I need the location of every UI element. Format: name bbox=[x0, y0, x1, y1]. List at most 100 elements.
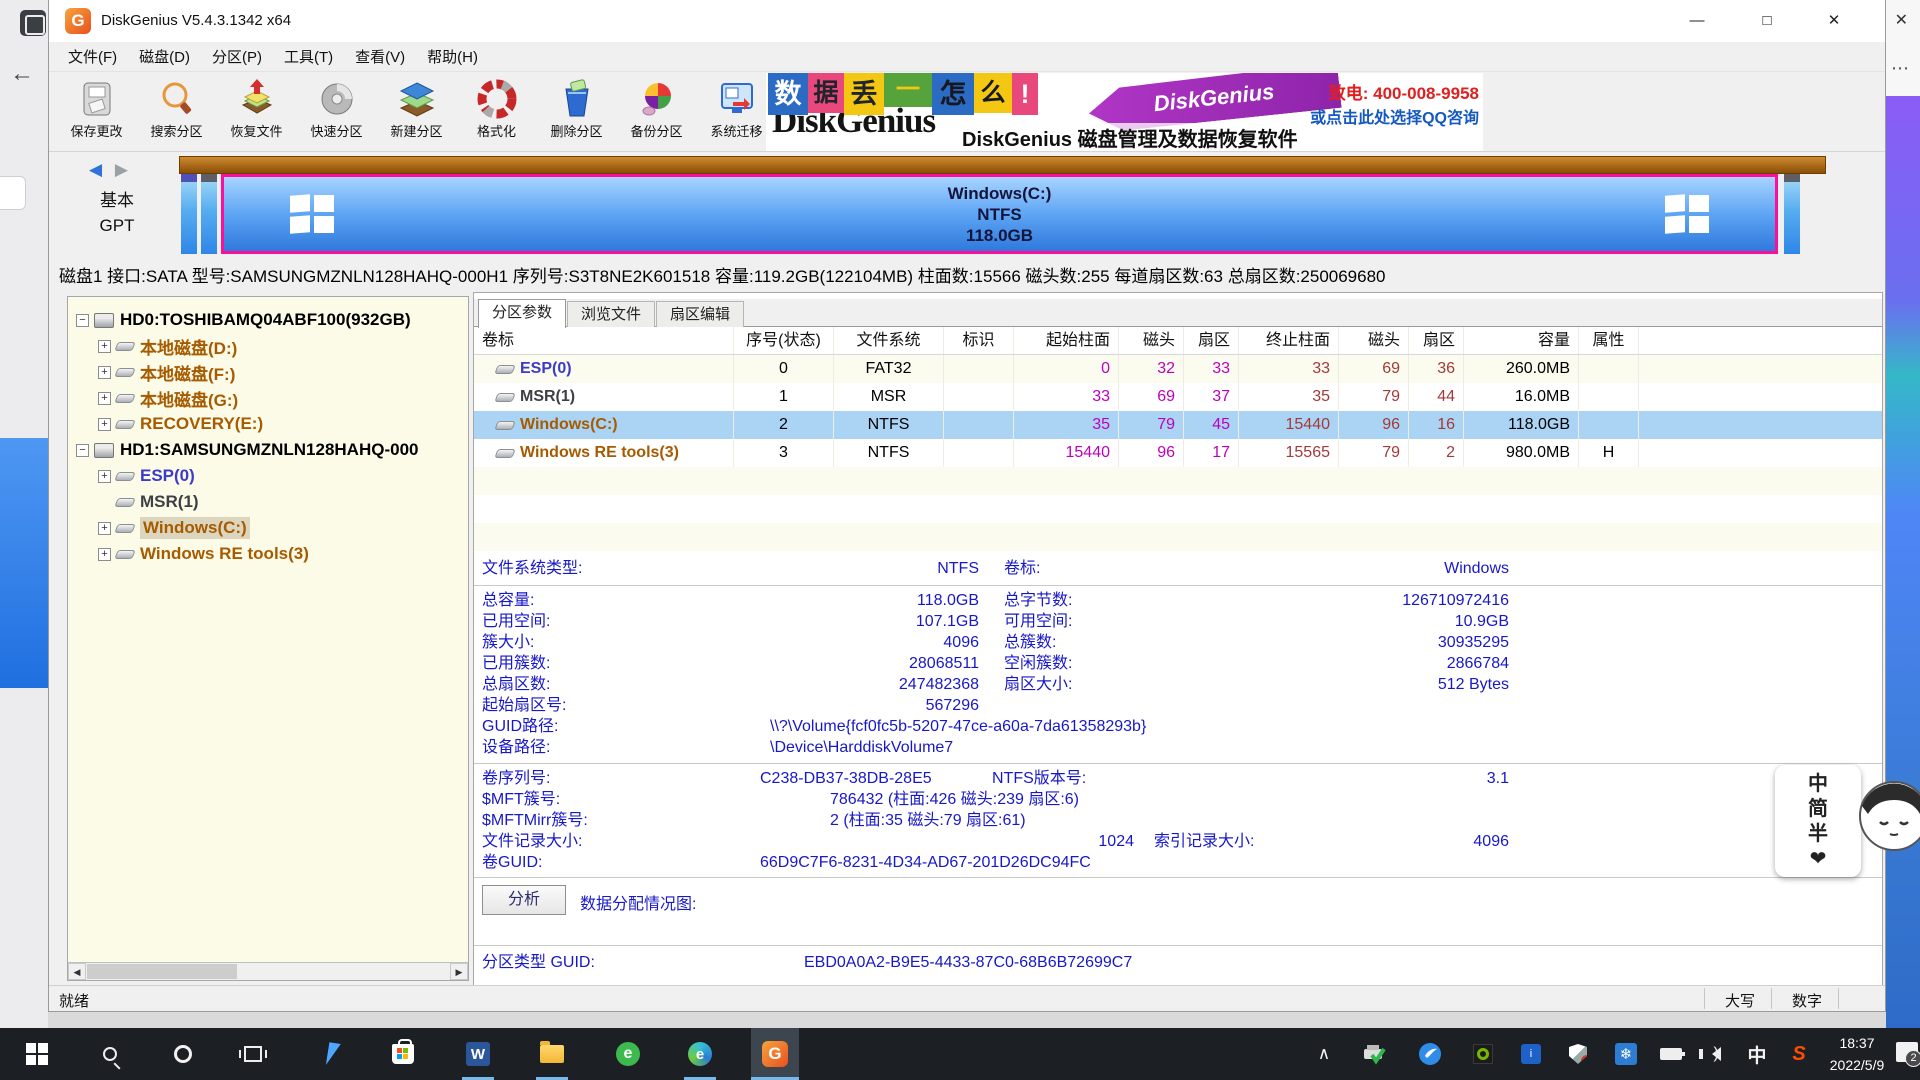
promo-banner[interactable]: DiskGenius 数 据 丢 一 怎 么 ! DiskGenius 致电: … bbox=[766, 73, 1483, 151]
tray-volume[interactable] bbox=[1698, 1028, 1734, 1080]
tab-browse-files[interactable]: 浏览文件 bbox=[567, 301, 655, 327]
table-row-windows-re[interactable]: Windows RE tools(3) 3 NTFS 15440 96 17 1… bbox=[474, 439, 1882, 467]
taskbar-app-diskgenius-active[interactable]: G bbox=[751, 1028, 799, 1080]
expand-icon[interactable]: + bbox=[98, 522, 111, 535]
scroll-thumb[interactable] bbox=[87, 964, 237, 979]
start-button[interactable] bbox=[13, 1028, 61, 1080]
taskbar-app-word[interactable]: W bbox=[454, 1028, 502, 1080]
taskbar-app-browser360[interactable]: e bbox=[604, 1028, 652, 1080]
tree-horizontal-scrollbar[interactable]: ◀ ▶ bbox=[68, 962, 468, 980]
tree-item-local-g[interactable]: + 本地磁盘(G:) bbox=[68, 385, 469, 411]
tray-security-shield[interactable]: x bbox=[1560, 1028, 1596, 1080]
tray-thunder[interactable] bbox=[1412, 1028, 1448, 1080]
free-clusters-label: 空闲簇数: bbox=[1004, 654, 1072, 674]
toolbar-label: 新建分区 bbox=[390, 124, 442, 139]
close-button[interactable]: ✕ bbox=[1801, 0, 1867, 42]
tree-item-esp[interactable]: + ESP(0) bbox=[68, 463, 469, 489]
tree-item-local-f[interactable]: + 本地磁盘(F:) bbox=[68, 359, 469, 385]
quick-partition-button[interactable]: 快速分区 bbox=[297, 75, 376, 149]
blue-bird-icon bbox=[1418, 1042, 1442, 1066]
table-row-msr[interactable]: MSR(1) 1 MSR 33 69 37 35 79 44 16.0MB bbox=[474, 383, 1882, 411]
tree-item-windows-c[interactable]: + Windows(C:) bbox=[68, 515, 469, 541]
notification-center-button[interactable]: 2 bbox=[1896, 1042, 1918, 1062]
ime-heart-icon[interactable]: ❤ bbox=[1810, 848, 1827, 870]
expand-icon[interactable]: + bbox=[98, 366, 111, 379]
collapse-icon[interactable]: − bbox=[76, 444, 89, 457]
back-arrow-icon[interactable]: ← bbox=[10, 60, 34, 88]
taskbar-app-explorer[interactable] bbox=[528, 1028, 576, 1080]
prev-disk-arrow-icon[interactable]: ◀ bbox=[89, 160, 102, 179]
menu-file[interactable]: 文件(F) bbox=[57, 46, 128, 67]
delete-partition-button[interactable]: 删除分区 bbox=[537, 75, 616, 149]
background-close-icon[interactable]: ✕ bbox=[1895, 10, 1908, 30]
minimize-button[interactable]: — bbox=[1664, 0, 1730, 42]
ime-mode-simplified[interactable]: 简 bbox=[1808, 798, 1828, 820]
sector-size-value: 512 Bytes bbox=[1214, 675, 1509, 695]
tray-battery[interactable] bbox=[1652, 1028, 1690, 1080]
col-seq: 序号(状态) bbox=[734, 327, 834, 354]
background-more-icon[interactable]: ⋯ bbox=[1891, 58, 1910, 79]
partition-segment-msr[interactable] bbox=[201, 174, 217, 254]
divider bbox=[474, 585, 1882, 586]
recover-files-button[interactable]: 恢复文件 bbox=[217, 75, 296, 149]
scroll-right-icon[interactable]: ▶ bbox=[450, 963, 468, 980]
migrate-os-button[interactable]: 系统迁移 bbox=[697, 75, 776, 149]
menu-partition[interactable]: 分区(P) bbox=[201, 46, 273, 67]
scroll-left-icon[interactable]: ◀ bbox=[68, 963, 86, 980]
menu-help[interactable]: 帮助(H) bbox=[416, 46, 489, 67]
tray-nvidia[interactable] bbox=[1466, 1028, 1500, 1080]
next-disk-arrow-icon[interactable]: ▶ bbox=[115, 160, 128, 179]
tree-item-windows-re[interactable]: + Windows RE tools(3) bbox=[68, 541, 469, 567]
new-partition-button[interactable]: 新建分区 bbox=[377, 75, 456, 149]
tray-printer-status[interactable] bbox=[1356, 1028, 1392, 1080]
taskbar-app-thunder[interactable] bbox=[306, 1028, 354, 1080]
task-view-button[interactable] bbox=[229, 1028, 277, 1080]
expand-icon[interactable]: + bbox=[98, 470, 111, 483]
taskbar-search[interactable] bbox=[86, 1028, 134, 1080]
delete-partition-icon bbox=[557, 79, 597, 119]
save-changes-button[interactable]: 保存更改 bbox=[57, 75, 136, 149]
partition-segment-esp[interactable] bbox=[181, 174, 197, 254]
menu-disk[interactable]: 磁盘(D) bbox=[128, 46, 201, 67]
menu-tools[interactable]: 工具(T) bbox=[273, 46, 344, 67]
menu-view[interactable]: 查看(V) bbox=[344, 46, 416, 67]
ime-mode-halfwidth[interactable]: 半 bbox=[1808, 823, 1828, 845]
taskbar-clock[interactable]: 18:37 2022/5/9 bbox=[1822, 1032, 1892, 1076]
tray-snowflake[interactable]: ❄ bbox=[1608, 1028, 1644, 1080]
search-partition-button[interactable]: 搜索分区 bbox=[137, 75, 216, 149]
tab-partition-params[interactable]: 分区参数 bbox=[478, 299, 566, 328]
tree-item-hd1[interactable]: − HD1:SAMSUNGMZNLN128HAHQ-000 bbox=[68, 437, 469, 463]
expand-icon[interactable]: + bbox=[98, 418, 111, 431]
banner-contact[interactable]: 致电: 400-008-9958 或点击此处选择QQ咨询 bbox=[1310, 79, 1479, 128]
tray-ime-language[interactable]: 中 bbox=[1740, 1028, 1774, 1080]
tray-sogou[interactable]: S bbox=[1782, 1028, 1816, 1080]
cell-flag bbox=[944, 411, 1014, 439]
cortana-button[interactable] bbox=[159, 1028, 207, 1080]
lightning-icon bbox=[319, 1042, 340, 1065]
table-row-esp[interactable]: ESP(0) 0 FAT32 0 32 33 33 69 36 260.0MB bbox=[474, 355, 1882, 383]
tree-item-hd0[interactable]: − HD0:TOSHIBAMQ04ABF100(932GB) bbox=[68, 307, 469, 333]
tree-item-recovery-e[interactable]: + RECOVERY(E:) bbox=[68, 411, 469, 437]
expand-icon[interactable]: + bbox=[98, 392, 111, 405]
expand-icon[interactable]: + bbox=[98, 548, 111, 561]
tree-item-local-d[interactable]: + 本地磁盘(D:) bbox=[68, 333, 469, 359]
taskbar-app-edge[interactable]: e bbox=[676, 1028, 724, 1080]
partition-icon bbox=[114, 550, 135, 559]
tray-intel-graphics[interactable]: i bbox=[1514, 1028, 1548, 1080]
tab-sector-edit[interactable]: 扇区编辑 bbox=[656, 301, 744, 327]
ime-mode-chinese[interactable]: 中 bbox=[1808, 773, 1828, 795]
collapse-icon[interactable]: − bbox=[76, 314, 89, 327]
tray-chevron-up[interactable]: ∧ bbox=[1306, 1028, 1342, 1080]
partition-segment-windows-c[interactable]: Windows(C:) NTFS 118.0GB bbox=[221, 174, 1778, 254]
analyze-button[interactable]: 分析 bbox=[482, 885, 566, 915]
tree-item-msr[interactable]: MSR(1) bbox=[68, 489, 469, 515]
backup-partition-button[interactable]: 备份分区 bbox=[617, 75, 696, 149]
expand-icon[interactable]: + bbox=[98, 340, 111, 353]
maximize-button[interactable]: □ bbox=[1734, 0, 1800, 42]
partition-segment-re-tools[interactable] bbox=[1784, 174, 1800, 254]
taskbar-app-store[interactable] bbox=[379, 1028, 427, 1080]
format-button[interactable]: 格式化 bbox=[457, 75, 536, 149]
ime-toolbar-widget[interactable]: 中 简 半 ❤ bbox=[1775, 765, 1861, 877]
table-row-windows-c-selected[interactable]: Windows(C:) 2 NTFS 35 79 45 15440 96 16 … bbox=[474, 411, 1882, 439]
disk-map-panel: ◀ ▶ 基本 GPT Windows(C:) NTFS 118.0GB bbox=[49, 152, 1885, 262]
